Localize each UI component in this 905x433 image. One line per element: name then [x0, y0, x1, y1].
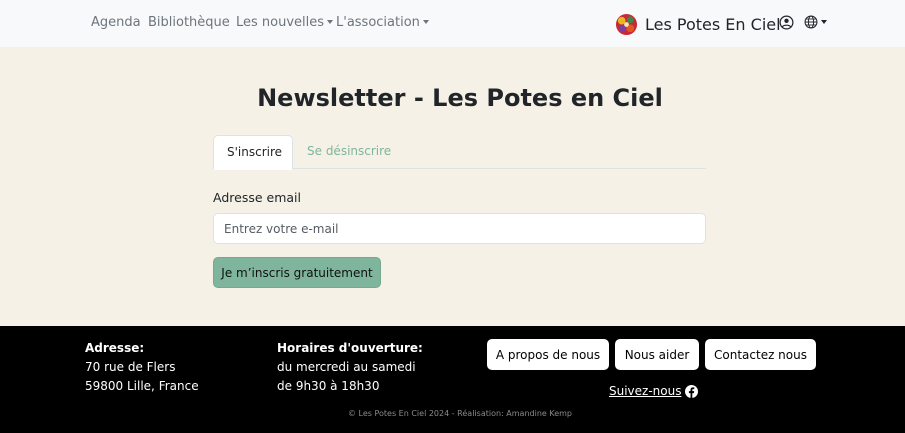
address-heading: Adresse:: [85, 341, 145, 355]
language-dropdown[interactable]: [804, 15, 827, 29]
page-title: Newsletter - Les Potes en Ciel: [257, 84, 663, 112]
navbar: Agenda Bibliothèque Les nouvelles L'asso…: [0, 0, 905, 47]
address-line: 59800 Lille, France: [85, 379, 199, 393]
nav-link-library[interactable]: Bibliothèque: [148, 15, 230, 30]
about-button[interactable]: A propos de nous: [487, 339, 609, 370]
subscribe-button[interactable]: Je m’inscris gratuitement: [213, 257, 381, 288]
nav-dropdown-news[interactable]: Les nouvelles: [236, 15, 334, 30]
hours-line: du mercredi au samedi: [277, 360, 416, 374]
hours-line: de 9h30 à 18h30: [277, 379, 380, 393]
help-button[interactable]: Nous aider: [615, 339, 699, 370]
tab-subscribe[interactable]: S'inscrire: [213, 135, 293, 170]
globe-icon: [804, 15, 818, 29]
follow-us-link[interactable]: Suivez-nous: [609, 384, 699, 398]
facebook-icon: [685, 384, 699, 398]
brand-link[interactable]: Les Potes En Ciel: [615, 11, 781, 37]
tab-unsubscribe[interactable]: Se désinscrire: [294, 135, 404, 169]
footer-address: Adresse: 70 rue de Flers 59800 Lille, Fr…: [85, 339, 199, 396]
footer: Adresse: 70 rue de Flers 59800 Lille, Fr…: [0, 326, 905, 433]
brand-name: Les Potes En Ciel: [645, 14, 781, 34]
newsletter-tabs: S'inscrire Se désinscrire: [213, 135, 706, 170]
caret-down-icon: [327, 20, 334, 24]
nav-dropdown-news-label: Les nouvelles: [236, 15, 325, 30]
nav-link-agenda[interactable]: Agenda: [91, 15, 141, 30]
email-input[interactable]: [213, 213, 706, 244]
copyright: © Les Potes En Ciel 2024 - Réalisation: …: [347, 409, 572, 418]
contact-button[interactable]: Contactez nous: [705, 339, 816, 370]
footer-hours: Horaires d'ouverture: du mercredi au sam…: [277, 339, 423, 396]
caret-down-icon: [821, 20, 827, 24]
follow-us-label: Suivez-nous: [609, 384, 682, 398]
nav-dropdown-association[interactable]: L'association: [336, 15, 429, 30]
email-label: Adresse email: [213, 190, 301, 205]
caret-down-icon: [422, 20, 429, 24]
nav-dropdown-association-label: L'association: [336, 15, 420, 30]
user-circle-icon[interactable]: [779, 15, 794, 30]
hours-heading: Horaires d'ouverture:: [277, 341, 423, 355]
address-line: 70 rue de Flers: [85, 360, 176, 374]
brand-logo: [615, 13, 638, 35]
